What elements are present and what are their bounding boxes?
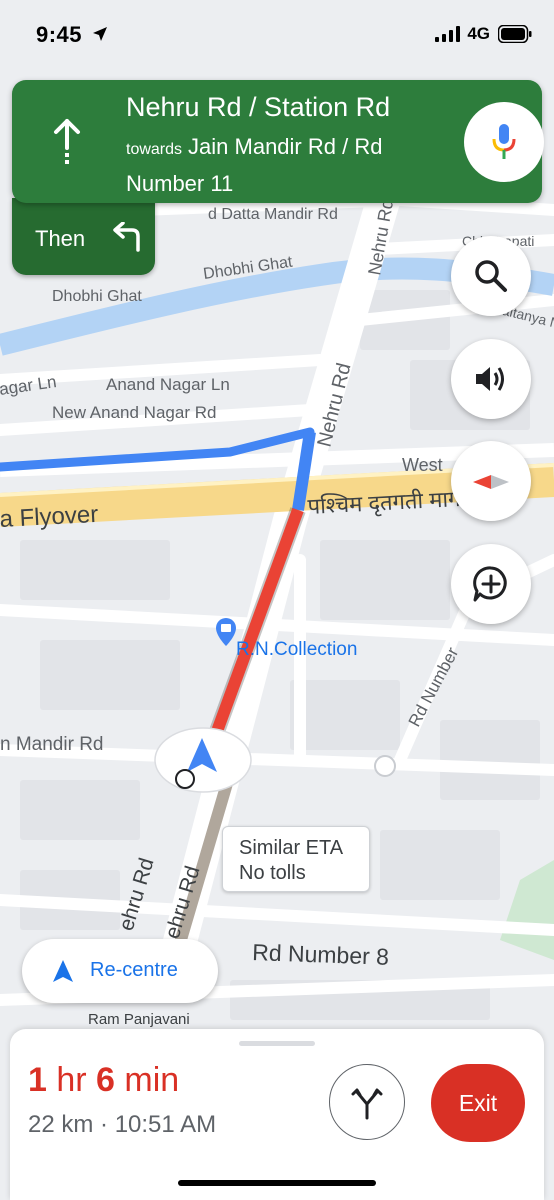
navigation-instruction-card[interactable]: Nehru Rd / Station Rd towards Jain Mandir…: [12, 80, 544, 204]
shopping-pin-icon[interactable]: [216, 618, 236, 646]
arrival-time: 10:51 AM: [114, 1111, 217, 1138]
recentre-button[interactable]: Re-centre: [22, 939, 218, 1003]
trip-distance: 22 km: [28, 1111, 94, 1138]
add-report-icon: [473, 566, 507, 602]
network-type: 4G: [467, 24, 490, 43]
turn-left-icon: [113, 222, 140, 252]
volume-icon: [476, 367, 504, 391]
roundabout: [374, 755, 396, 777]
add-report-button[interactable]: [451, 544, 531, 624]
trip-duration: 1 hr 6 min: [28, 1061, 179, 1100]
duration-hours-unit: hr: [46, 1061, 97, 1099]
status-bar: 9:45 4G: [0, 0, 554, 70]
map-label-west: West: [402, 455, 443, 475]
map-label-datta-mandir: d Datta Mandir Rd: [208, 206, 338, 223]
trip-info: 22 km · 10:51 AM: [28, 1111, 216, 1139]
duration-hours: 1: [28, 1061, 47, 1099]
compass-icon: [473, 475, 509, 489]
map-label-ram-panjavani: Ram Panjavani: [88, 1011, 190, 1028]
then-card[interactable]: Then: [12, 198, 155, 275]
map-label-anand-nagar-ln: Anand Nagar Ln: [106, 375, 230, 394]
map-label-rd-number: Rd Number: [405, 644, 463, 730]
trip-summary-sheet[interactable]: 1 hr 6 min 22 km · 10:51 AM Exit: [10, 1029, 544, 1200]
straight-arrow-icon: [54, 119, 80, 164]
exit-navigation-button[interactable]: Exit: [431, 1064, 525, 1142]
sound-button[interactable]: [451, 339, 531, 419]
current-location-puck: [154, 727, 252, 793]
alternate-route-tolls: No tolls: [239, 862, 306, 884]
recentre-label: Re-centre: [90, 959, 178, 981]
map-label-dhobhi-ghat-2: Dhobhi Ghat: [52, 288, 142, 305]
signal-bars-icon: [435, 26, 461, 42]
duration-minutes-unit: min: [114, 1061, 180, 1099]
microphone-icon: [492, 124, 516, 159]
map-label-new-anand-nagar: New Anand Nagar Rd: [52, 403, 216, 422]
alternate-route-eta: Similar ETA: [239, 837, 344, 859]
then-label: Then: [35, 226, 86, 251]
towards-prefix: towards: [126, 141, 183, 158]
search-button[interactable]: [451, 236, 531, 316]
location-arrow-icon: [93, 27, 107, 41]
map-label-nehru-rd-low1: ehru Rd: [115, 855, 159, 933]
map-label-rd-number-8: Rd Number 8: [252, 939, 390, 970]
current-street: Nehru Rd / Station Rd: [126, 92, 391, 122]
sheet-drag-handle[interactable]: [239, 1041, 315, 1046]
map-label-rn-collection: R.N.Collection: [236, 639, 357, 660]
battery-icon: [498, 25, 532, 43]
trip-separator: ·: [93, 1111, 115, 1138]
park-area: [500, 860, 554, 960]
towards-text: towards Jain Mandir Rd / Rd Number 11: [126, 130, 446, 204]
navigation-arrow-icon: [53, 960, 73, 982]
status-time: 9:45: [36, 22, 83, 47]
compass-button[interactable]: [451, 441, 531, 521]
alternate-route-bubble[interactable]: Similar ETA No tolls: [222, 826, 370, 892]
home-indicator[interactable]: [178, 1180, 376, 1186]
map-label-flyover: a Flyover: [0, 501, 99, 533]
alternate-routes-button[interactable]: [329, 1064, 405, 1140]
search-icon: [475, 260, 507, 292]
fork-route-icon: [351, 1088, 383, 1120]
map-label-jain-mandir: n Mandir Rd: [0, 734, 104, 755]
duration-minutes: 6: [96, 1061, 115, 1099]
voice-search-button[interactable]: [464, 102, 544, 182]
